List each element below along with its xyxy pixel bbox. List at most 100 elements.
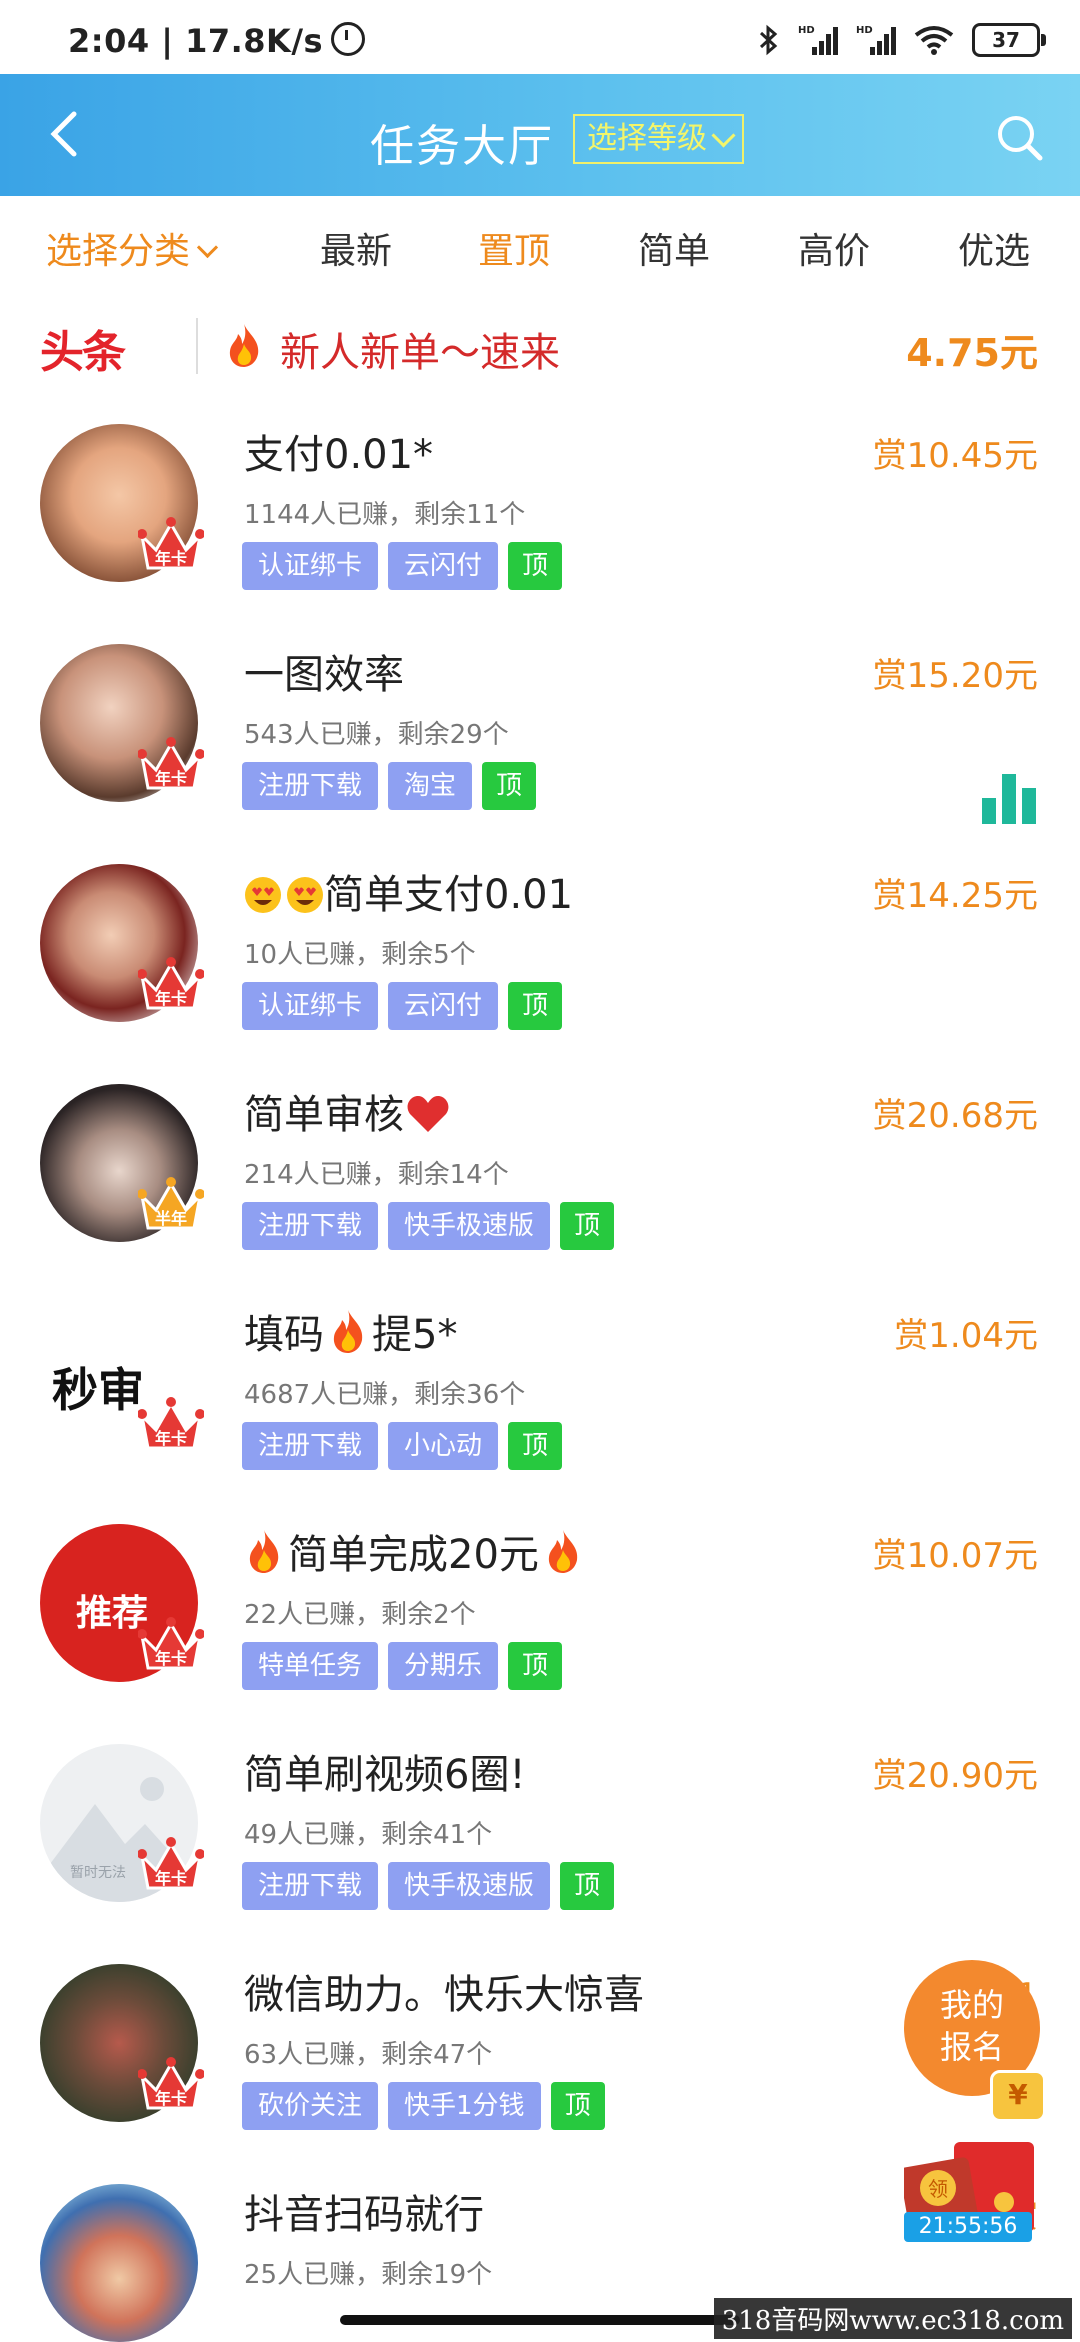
task-tag: 认证绑卡: [242, 542, 379, 590]
task-tag: 快手极速版: [388, 1202, 551, 1250]
task-item[interactable]: 秒审 年卡 填码 提5* 4687人已赚，剩余36个 注册下载 小心动 顶 赏1.…: [0, 1282, 1080, 1502]
task-tag: 分期乐: [388, 1642, 499, 1690]
level-select[interactable]: 选择等级: [573, 114, 744, 164]
svg-text:领: 领: [928, 2177, 948, 2201]
crown-badge-icon: 年卡: [138, 517, 204, 570]
svg-text:HD: HD: [798, 25, 815, 36]
task-stats: 4687人已赚，剩余36个: [244, 1380, 526, 1410]
task-item[interactable]: 半年 简单审核 214人已赚，剩余14个 注册下载 快手极速版 顶 赏20.68…: [0, 1062, 1080, 1282]
watermark: 318音码网www.ec318.com: [713, 2298, 1072, 2339]
task-reward: 赏1.04元: [894, 1316, 1038, 1356]
yen-icon: ¥: [990, 2070, 1046, 2122]
tab-featured[interactable]: 优选: [958, 222, 1030, 274]
task-title-text: 简单完成20元: [288, 1532, 539, 1578]
task-tag: 注册下载: [242, 1202, 379, 1250]
task-tag: 快手1分钱: [388, 2082, 541, 2130]
task-title: 简单完成20元: [244, 1522, 583, 1580]
headline-text: 新人新单～速来: [280, 330, 560, 376]
tab-high-price[interactable]: 高价: [798, 222, 870, 274]
task-title-text: 简单支付0.01: [324, 872, 574, 918]
chevron-down-icon: [711, 122, 736, 148]
task-item[interactable]: 年卡 一图效率 543人已赚，剩余29个 注册下载 淘宝 顶 赏15.20元: [0, 622, 1080, 842]
signal-icon-1: HD: [798, 23, 838, 57]
crown-badge-icon: 年卡: [138, 1837, 204, 1890]
bluetooth-icon: [758, 24, 780, 56]
fire-icon: [333, 1310, 363, 1353]
pinned-tag: 顶: [550, 2082, 605, 2130]
task-tag: 认证绑卡: [242, 982, 379, 1030]
task-title-text: 填码: [244, 1312, 324, 1358]
task-stats: 63人已赚，剩余47个: [244, 2040, 493, 2070]
svg-text:HD: HD: [856, 25, 873, 36]
crown-badge-icon: 年卡: [138, 2057, 204, 2110]
task-item[interactable]: 推荐 年卡 简单完成20元 22人已赚，剩余2个 特单任务 分期乐 顶 赏10.…: [0, 1502, 1080, 1722]
task-title: 简单支付0.01: [244, 862, 573, 920]
task-reward: 赏15.20元: [872, 656, 1038, 696]
chevron-left-icon: [50, 111, 77, 157]
floating-actions: 我的报名 ¥ 领 21:55:56: [904, 1960, 1064, 2320]
task-item[interactable]: 年卡 支付0.01* 1144人已赚，剩余11个 认证绑卡 云闪付 顶 赏10.…: [0, 402, 1080, 622]
task-stats: 543人已赚，剩余29个: [244, 720, 509, 750]
task-reward: 赏10.45元: [872, 436, 1038, 476]
task-reward: 赏20.68元: [872, 1096, 1038, 1136]
svg-text:年卡: 年卡: [155, 2089, 187, 2108]
status-bar: 2:04 | 17.8K/s HD HD 37: [0, 0, 1080, 74]
task-tag: 云闪付: [388, 982, 499, 1030]
task-reward: 赏10.07元: [872, 1536, 1038, 1576]
pinned-tag: 顶: [508, 1642, 563, 1690]
task-title: 支付0.01*: [244, 432, 434, 478]
crown-badge-icon: 年卡: [138, 1397, 204, 1450]
task-tag: 注册下载: [242, 1862, 379, 1910]
task-stats: 25人已赚，剩余19个: [244, 2260, 493, 2290]
fire-icon: [548, 1530, 578, 1573]
task-reward: 赏14.25元: [872, 876, 1038, 916]
svg-text:年卡: 年卡: [155, 549, 187, 568]
task-tag: 快手极速版: [388, 1862, 551, 1910]
tab-simple[interactable]: 简单: [638, 222, 710, 274]
task-item[interactable]: 暂时无法 年卡 简单刷视频6圈! 49人已赚，剩余41个 注册下载 快手极速版 …: [0, 1722, 1080, 1942]
battery-icon: 37: [972, 23, 1046, 57]
task-title: 简单刷视频6圈!: [244, 1752, 526, 1798]
app-header: 任务大厅 选择等级: [0, 74, 1080, 196]
fire-icon: [224, 322, 264, 372]
svg-text:年卡: 年卡: [155, 769, 187, 788]
svg-text:年卡: 年卡: [155, 1869, 187, 1888]
task-title: 微信助力。快乐大惊喜: [244, 1972, 644, 2018]
task-title-text: 提5*: [372, 1312, 458, 1358]
crown-badge-icon: 年卡: [138, 957, 204, 1010]
task-stats: 49人已赚，剩余41个: [244, 1820, 493, 1850]
task-tag: 小心动: [388, 1422, 499, 1470]
tab-pinned[interactable]: 置顶: [478, 222, 550, 274]
search-button[interactable]: [992, 110, 1046, 164]
alarm-icon: [331, 22, 366, 56]
avatar: [40, 2184, 198, 2342]
task-stats: 22人已赚，剩余2个: [244, 1600, 476, 1630]
headline-banner[interactable]: 头条 新人新单～速来 4.75元: [0, 300, 1080, 390]
back-button[interactable]: [40, 104, 100, 164]
svg-text:年卡: 年卡: [155, 989, 187, 1008]
pinned-tag: 顶: [508, 982, 563, 1030]
task-tag: 淘宝: [388, 762, 473, 810]
home-indicator[interactable]: [340, 2315, 740, 2325]
divider: [196, 318, 198, 374]
wifi-icon: [914, 25, 954, 55]
svg-text:年卡: 年卡: [155, 1649, 187, 1668]
headline-logo: 头条: [40, 327, 126, 378]
task-tag: 注册下载: [242, 762, 379, 810]
countdown-timer: 21:55:56: [904, 2212, 1032, 2242]
avatar-text: 秒审: [52, 1363, 144, 1417]
bar-chart-icon[interactable]: [980, 770, 1040, 826]
tab-latest[interactable]: 最新: [320, 222, 392, 274]
pinned-tag: 顶: [482, 762, 537, 810]
task-title: 一图效率: [244, 652, 404, 698]
task-stats: 214人已赚，剩余14个: [244, 1160, 509, 1190]
task-stats: 1144人已赚，剩余11个: [244, 500, 526, 530]
filter-tabs: 选择分类 最新 置顶 简单 高价 优选: [0, 196, 1080, 296]
task-title: 填码 提5*: [244, 1302, 457, 1360]
crown-badge-icon: 年卡: [138, 737, 204, 790]
task-item[interactable]: 年卡 简单支付0.01 10人已赚，剩余5个 认证绑卡 云闪付 顶 赏14.25…: [0, 842, 1080, 1062]
pinned-tag: 顶: [560, 1202, 615, 1250]
tab-category[interactable]: 选择分类: [46, 222, 219, 274]
headline-amount: 4.75元: [906, 331, 1038, 375]
page-title: 任务大厅: [370, 121, 554, 172]
